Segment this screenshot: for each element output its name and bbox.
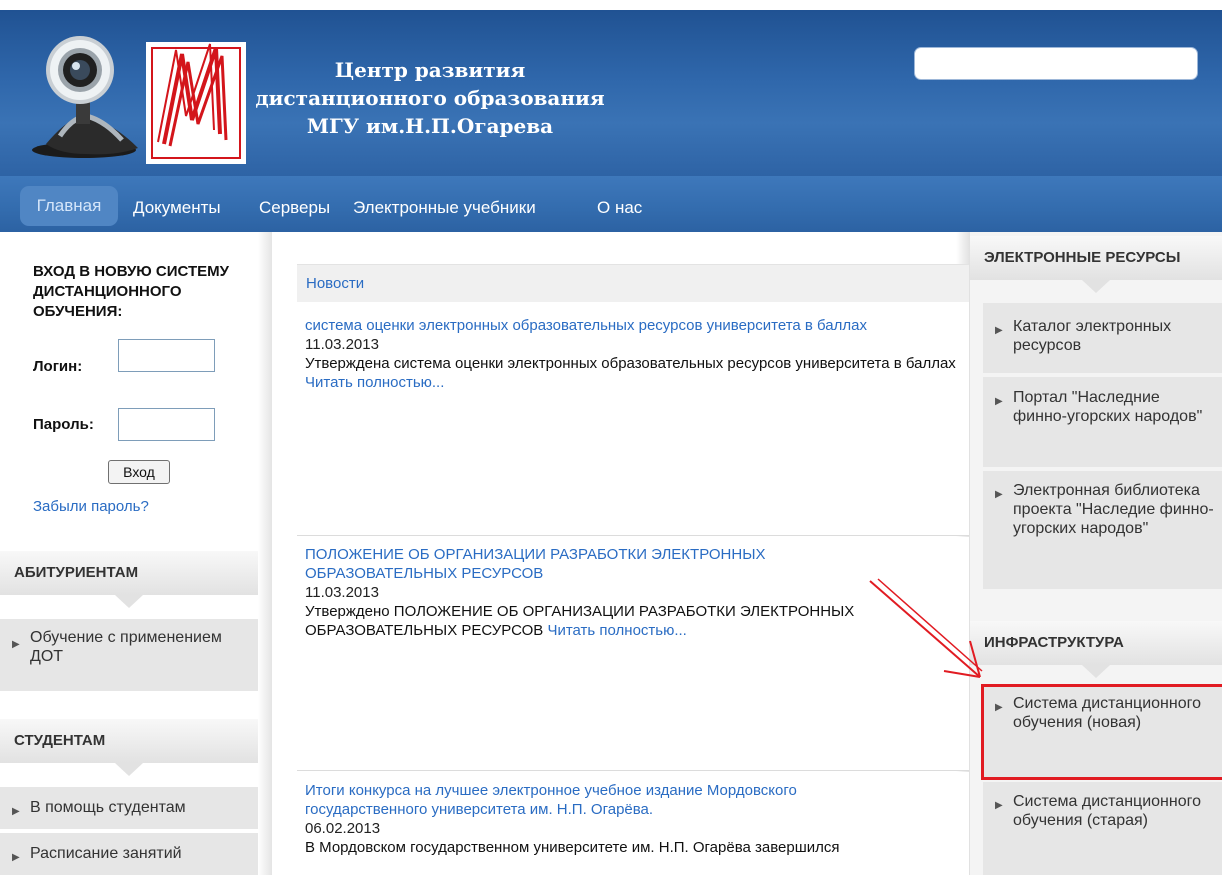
nav-item-e-textbooks[interactable]: Электронные учебники [353, 198, 536, 222]
bullet-arrow-icon: ▶ [995, 489, 1003, 500]
university-logo-icon [146, 42, 246, 164]
news-date: 11.03.2013 [305, 336, 379, 353]
login-submit-button[interactable]: Вход [108, 460, 170, 484]
news-date: 06.02.2013 [305, 820, 381, 837]
sidebar-item-label: Электронная библиотека проекта "Наследие… [1013, 482, 1214, 537]
bullet-arrow-icon: ▶ [12, 852, 20, 863]
read-more-link[interactable]: Читать полностью... [305, 374, 444, 391]
e-resources-heading: ЭЛЕКТРОННЫЕ РЕСУРСЫ [970, 236, 1222, 293]
sidebar-item-label: В помощь студентам [30, 799, 186, 816]
left-sidebar-divider [258, 232, 272, 875]
news-summary: В Мордовском государственном университет… [305, 839, 840, 856]
forgot-password-link[interactable]: Забыли пароль? [33, 498, 149, 515]
sidebar-item-lms-old[interactable]: ▶ Система дистанционного обучения (стара… [983, 782, 1222, 875]
sidebar-item-resource-catalog[interactable]: ▶ Каталог электронных ресурсов [983, 303, 1222, 373]
sidebar-item-dot-learning[interactable]: ▶ Обучение с применением ДОТ [0, 619, 258, 691]
nav-item-servers[interactable]: Серверы [259, 198, 330, 222]
site-title-line: МГУ им.Н.П.Огарева [306, 114, 554, 138]
site-title-line: Центр развития [334, 58, 526, 82]
highlight-box [981, 684, 1222, 780]
infrastructure-heading: ИНФРАСТРУКТУРА [970, 621, 1222, 678]
password-input[interactable] [118, 408, 215, 441]
search-input[interactable] [914, 47, 1198, 80]
bullet-arrow-icon: ▶ [995, 325, 1003, 336]
login-label: Логин: [33, 358, 83, 375]
news-item: Итоги конкурса на лучшее электронное уче… [297, 772, 969, 875]
bullet-arrow-icon: ▶ [12, 806, 20, 817]
sidebar-item-label: Портал "Наследние финно-угорских народов… [1013, 389, 1203, 425]
applicants-heading: АБИТУРИЕНТАМ [0, 551, 258, 608]
sidebar-item-label: Система дистанционного обучения (старая) [1013, 793, 1201, 829]
annotation-arrow-icon [869, 578, 983, 678]
news-heading[interactable]: Новости [297, 264, 969, 302]
news-title-link[interactable]: Итоги конкурса на лучшее электронное уче… [305, 781, 865, 819]
nav-item-home[interactable]: Главная [20, 186, 118, 226]
read-more-link[interactable]: Читать полностью... [547, 622, 686, 639]
site-title-line: дистанционного образования [255, 86, 605, 110]
webcam-icon [32, 36, 138, 158]
news-summary: Утверждена система оценки электронных об… [305, 354, 961, 392]
nav-item-about[interactable]: О нас [597, 198, 642, 222]
sidebar-item-e-library[interactable]: ▶ Электронная библиотека проекта "Наслед… [983, 471, 1222, 589]
news-item: система оценки электронных образовательн… [297, 302, 969, 536]
news-title-link[interactable]: ПОЛОЖЕНИЕ ОБ ОРГАНИЗАЦИИ РАЗРАБОТКИ ЭЛЕК… [305, 545, 825, 583]
login-heading: ВХОД В НОВУЮ СИСТЕМУ ДИСТАНЦИОННОГО ОБУЧ… [33, 263, 229, 320]
password-label: Пароль: [33, 416, 94, 433]
sidebar-item-finno-ugric-portal[interactable]: ▶ Портал "Наследние финно-угорских народ… [983, 377, 1222, 467]
header-top-band [0, 0, 1222, 10]
bullet-arrow-icon: ▶ [12, 639, 20, 650]
sidebar-item-student-help[interactable]: ▶ В помощь студентам [0, 787, 258, 829]
students-heading: СТУДЕНТАМ [0, 719, 258, 776]
news-summary-text: Утверждена система оценки электронных об… [305, 355, 956, 372]
bullet-arrow-icon: ▶ [995, 800, 1003, 811]
sidebar-item-schedule[interactable]: ▶ Расписание занятий [0, 833, 258, 875]
login-input[interactable] [118, 339, 215, 372]
news-title-link[interactable]: система оценки электронных образовательн… [305, 316, 961, 335]
sidebar-item-label: Обучение с применением ДОТ [30, 629, 222, 665]
site-title: Центр развития дистанционного образовани… [240, 56, 620, 140]
bullet-arrow-icon: ▶ [995, 396, 1003, 407]
sidebar-item-label: Каталог электронных ресурсов [1013, 318, 1172, 354]
sidebar-item-label: Расписание занятий [30, 845, 182, 862]
news-summary: Утверждено ПОЛОЖЕНИЕ ОБ ОРГАНИЗАЦИИ РАЗР… [305, 602, 905, 640]
nav-item-documents[interactable]: Документы [133, 198, 221, 222]
